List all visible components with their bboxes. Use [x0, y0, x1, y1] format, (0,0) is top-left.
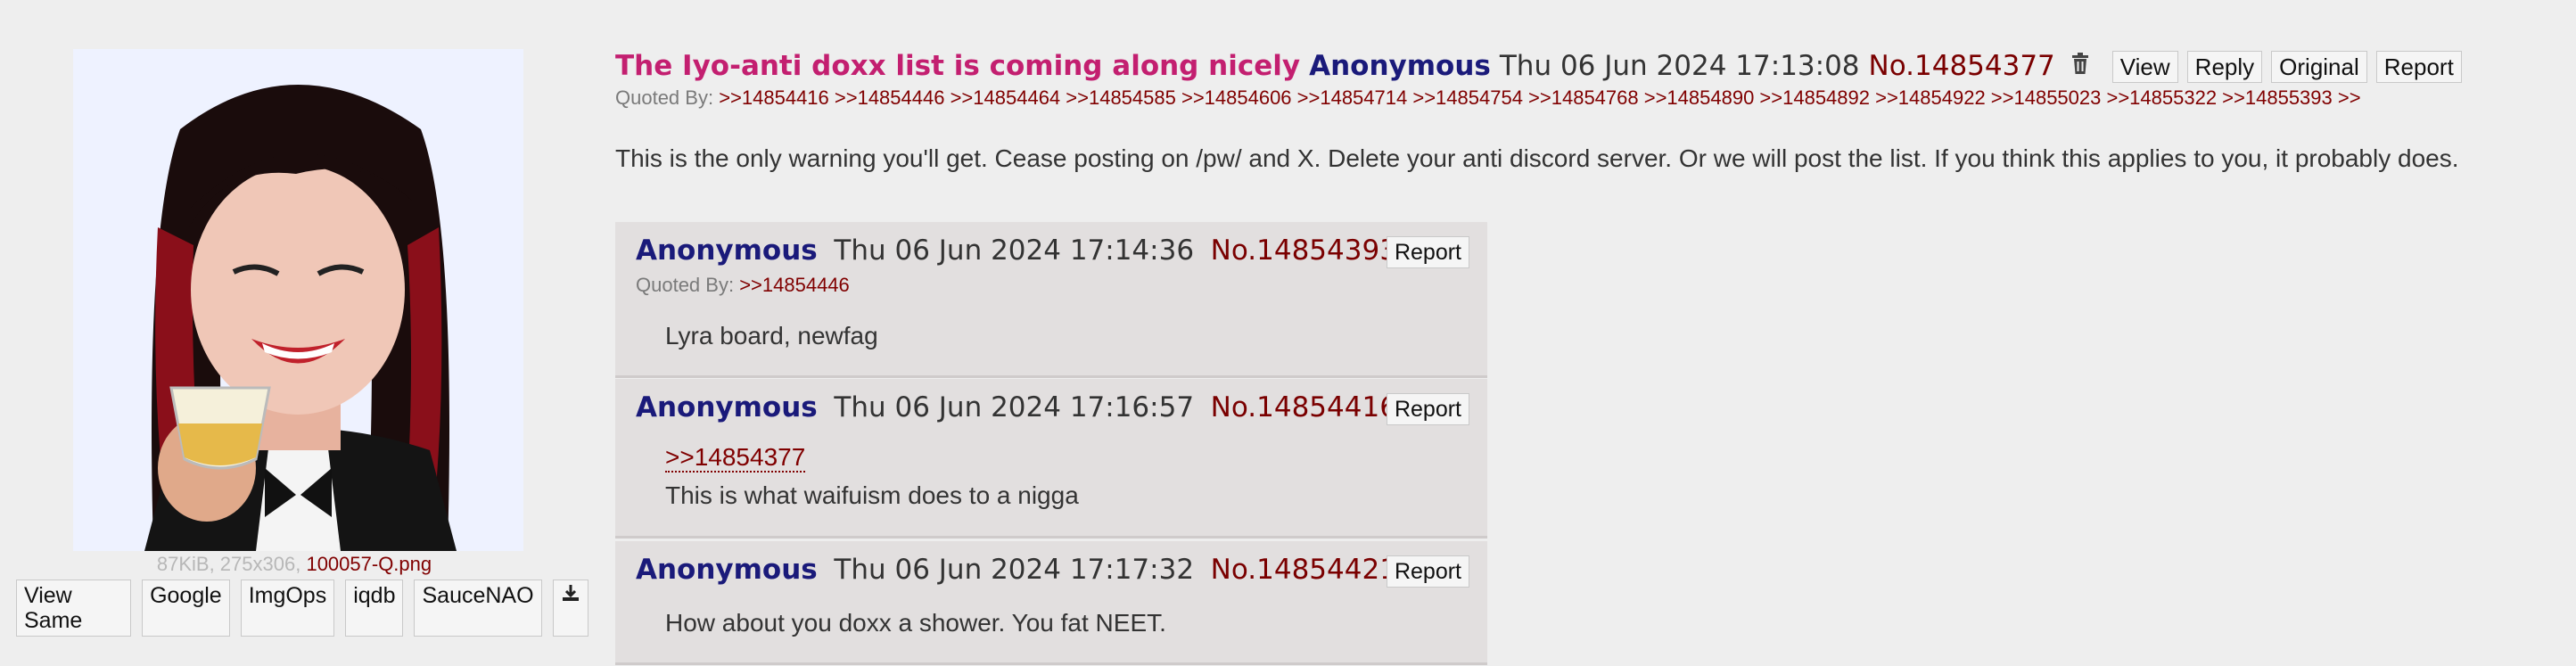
- quote-link-row: >>14854377: [665, 443, 806, 473]
- imgops-button[interactable]: ImgOps: [240, 580, 335, 637]
- reply-body: Lyra board, newfag: [665, 322, 878, 349]
- op-post: The Iyo-anti doxx list is coming along n…: [615, 50, 2576, 157]
- reply-body: This is what waifuism does to a nigga: [665, 481, 1079, 509]
- quoted-by-label: Quoted By:: [615, 86, 714, 109]
- poster-name: Anonymous: [636, 554, 818, 586]
- file-meta-text: 87KiB, 275x306,: [156, 553, 301, 575]
- original-button[interactable]: Original: [2271, 51, 2367, 83]
- reply-header: Anonymous Thu 06 Jun 2024 17:16:57 No.14…: [636, 391, 1397, 423]
- quoted-by-links[interactable]: >>14854446: [739, 274, 850, 296]
- download-icon[interactable]: [552, 580, 588, 637]
- op-quoted-by: Quoted By: >>14854416 >>14854446 >>14854…: [615, 86, 2576, 110]
- google-search-button[interactable]: Google: [142, 580, 230, 637]
- view-same-button[interactable]: View Same: [16, 580, 132, 637]
- post-date: Thu 06 Jun 2024 17:16:57: [834, 391, 1195, 423]
- post-number[interactable]: No.14854421: [1211, 554, 1397, 586]
- op-action-buttons: View Reply Original Report: [2111, 51, 2462, 83]
- poster-name: Anonymous: [1309, 50, 1491, 82]
- report-button[interactable]: Report: [1386, 393, 1469, 425]
- report-button[interactable]: Report: [1386, 236, 1469, 268]
- file-name-link[interactable]: 100057-Q.png: [306, 553, 432, 575]
- reply-post: Anonymous Thu 06 Jun 2024 17:17:32 No.14…: [615, 541, 1487, 665]
- saucenao-button[interactable]: SauceNAO: [414, 580, 542, 637]
- reply-header: Anonymous Thu 06 Jun 2024 17:17:32 No.14…: [636, 554, 1397, 586]
- post-date: Thu 06 Jun 2024 17:14:36: [834, 234, 1195, 267]
- quote-link[interactable]: >>14854377: [665, 443, 806, 473]
- file-column: 87KiB, 275x306, 100057-Q.png View Same G…: [0, 0, 588, 666]
- report-button[interactable]: Report: [2375, 51, 2462, 83]
- post-number[interactable]: No.14854393: [1211, 234, 1397, 267]
- reply-body: How about you doxx a shower. You fat NEE…: [665, 609, 1166, 637]
- reply-quoted-by: Quoted By: >>14854446: [636, 274, 850, 297]
- view-button[interactable]: View: [2111, 51, 2178, 83]
- post-number[interactable]: No.14854377: [1869, 50, 2055, 82]
- woman-holding-glass-image: [73, 49, 523, 551]
- op-header: The Iyo-anti doxx list is coming along n…: [615, 50, 2576, 83]
- image-search-tools: View Same Google ImgOps iqdb SauceNAO: [16, 580, 588, 637]
- poster-name: Anonymous: [636, 234, 818, 267]
- trash-icon[interactable]: [2070, 50, 2093, 75]
- reply-header: Anonymous Thu 06 Jun 2024 17:14:36 No.14…: [636, 234, 1397, 267]
- op-body: This is the only warning you'll get. Cea…: [615, 144, 2459, 172]
- quoted-by-links[interactable]: >>14854416 >>14854446 >>14854464 >>14854…: [719, 86, 2360, 109]
- poster-name: Anonymous: [636, 391, 818, 423]
- file-info: 87KiB, 275x306, 100057-Q.png: [0, 553, 588, 576]
- reply-post: Anonymous Thu 06 Jun 2024 17:16:57 No.14…: [615, 379, 1487, 539]
- iqdb-button[interactable]: iqdb: [345, 580, 404, 637]
- reply-button[interactable]: Reply: [2186, 51, 2263, 83]
- reply-post: Anonymous Thu 06 Jun 2024 17:14:36 No.14…: [615, 222, 1487, 378]
- quoted-by-label: Quoted By:: [636, 274, 735, 296]
- post-thumbnail[interactable]: [73, 49, 523, 551]
- post-date: Thu 06 Jun 2024 17:13:08: [1499, 50, 1860, 82]
- post-date: Thu 06 Jun 2024 17:17:32: [834, 554, 1195, 586]
- report-button[interactable]: Report: [1386, 555, 1469, 588]
- post-subject: The Iyo-anti doxx list is coming along n…: [615, 50, 1301, 82]
- post-number[interactable]: No.14854416: [1211, 391, 1397, 423]
